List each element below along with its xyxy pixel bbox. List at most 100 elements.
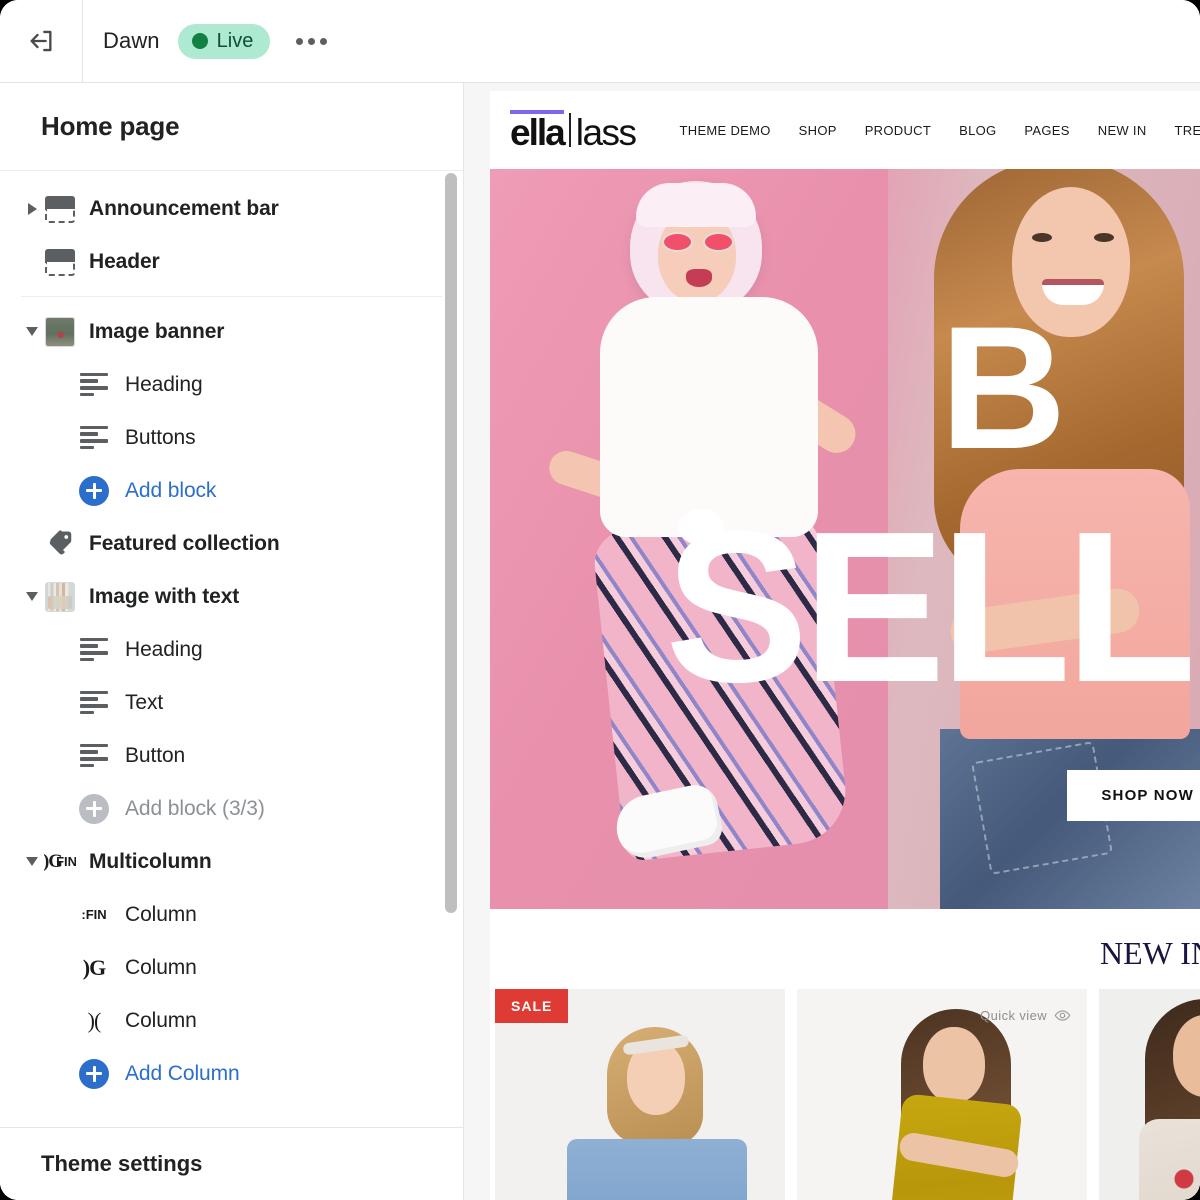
product-grid: SALE Quick view [490,989,1200,1200]
section-title: NEW IN [1099,935,1200,971]
sidebar-item-label: Heading [125,637,203,661]
disclosure-caret[interactable] [21,202,43,215]
add-block-button[interactable]: Add block [0,464,463,517]
sidebar-item-announcement-bar[interactable]: Announcement bar [0,182,463,235]
add-column-button[interactable]: Add Column [0,1047,463,1100]
store-logo-secondary: lass [575,111,637,153]
sidebar-block-column-1[interactable]: :FIN Column [0,888,463,941]
quick-view-button[interactable]: Quick view [980,1007,1071,1024]
store-logo[interactable]: ella lass [510,109,637,153]
logo-thumbnail-icon: )G [82,954,106,980]
nav-item-pages[interactable]: PAGES [1024,123,1069,138]
sidebar-block-column-3[interactable]: )( Column [0,994,463,1047]
more-horizontal-icon-dot [308,37,316,45]
text-lines-icon [77,368,111,402]
sidebar-item-label: Heading [125,372,203,396]
sidebar-item-label: Announcement bar [89,196,279,220]
nav-item-product[interactable]: PRODUCT [865,123,931,138]
add-column-label: Add Column [125,1061,240,1085]
add-block-label: Add block (3/3) [125,796,265,820]
new-in-section: NEW IN [490,909,1200,989]
sidebar-item-label: Column [125,955,197,979]
theme-settings-label: Theme settings [41,1151,203,1176]
sidebar-block-button[interactable]: Button [0,729,463,782]
back-button[interactable] [22,22,60,60]
nav-item-shop[interactable]: SHOP [799,123,837,138]
preview-pane: ella lass THEME DEMO SHOP PRODUCT BLOG P… [464,83,1200,1200]
sidebar-item-label: Featured collection [89,531,280,555]
sidebar-item-label: Text [125,690,164,714]
sidebar-item-label: Column [125,902,197,926]
disclosure-caret[interactable] [21,592,43,601]
storefront-nav: THEME DEMO SHOP PRODUCT BLOG PAGES NEW I… [680,123,1200,138]
theme-settings-button[interactable]: Theme settings [0,1128,463,1200]
sidebar-item-label: Button [125,743,186,767]
status-badge: SALE [495,989,569,1023]
nav-item-blog[interactable]: BLOG [959,123,996,138]
sidebar-block-text[interactable]: Text [0,676,463,729]
page-title: Home page [0,83,463,171]
product-card[interactable]: SALE [495,989,785,1200]
storefront-preview[interactable]: ella lass THEME DEMO SHOP PRODUCT BLOG P… [490,91,1200,1200]
product-card[interactable] [1099,989,1200,1200]
sidebar-block-heading[interactable]: Heading [0,358,463,411]
sidebar-scrollbar[interactable] [445,171,457,1127]
sidebar-item-label: Image with text [89,584,240,608]
section-tree: Announcement bar Header Image banner Hea… [0,171,463,1128]
text-lines-icon [77,421,111,455]
hero-heading-line-1: B [940,291,1066,486]
disclosure-caret[interactable] [21,327,43,336]
status-badge: Live [177,23,271,59]
sidebar-scrollbar-thumb[interactable] [445,173,457,913]
back-button-cell [0,0,83,83]
hero-image-banner[interactable]: B SELL SHOP NOW [490,169,1200,909]
sidebar-item-label: Buttons [125,425,196,449]
add-block-button-disabled: Add block (3/3) [0,782,463,835]
hero-heading-line-2: SELL [665,486,1196,727]
chevron-down-icon [26,592,38,601]
plus-circle-icon [77,1057,111,1091]
app-root: Dawn Live Home page Announcement bar Hea… [0,0,1200,1200]
sidebar-block-buttons[interactable]: Buttons [0,411,463,464]
top-bar-main: Dawn Live [83,23,335,59]
more-options-button[interactable] [288,28,335,55]
store-logo-primary: ella [510,109,566,153]
sidebar-item-label: Column [125,1008,197,1032]
hero-shop-now-button[interactable]: SHOP NOW [1067,770,1200,821]
status-badge-label: Live [216,29,254,52]
chevron-down-icon [26,857,38,866]
logo-thumbnail-icon: :FIN [81,907,107,922]
store-logo-separator [568,113,571,148]
sidebar-item-multicolumn[interactable]: )G FIN Multicolumn [0,835,463,888]
sidebar-item-image-banner[interactable]: Image banner [0,305,463,358]
text-lines-icon [77,686,111,720]
text-lines-icon [77,633,111,667]
bar-icon [43,245,77,279]
disclosure-caret[interactable] [21,857,43,866]
sidebar-item-label: Image banner [89,319,225,343]
nav-item-new-in[interactable]: NEW IN [1098,123,1147,138]
more-horizontal-icon-dot [320,37,328,45]
sidebar-item-label: Multicolumn [89,849,212,873]
tag-icon [43,527,77,561]
product-card[interactable]: Quick view [797,989,1087,1200]
top-bar: Dawn Live [0,0,1200,83]
quick-view-label: Quick view [980,1008,1047,1023]
add-block-label: Add block [125,478,217,502]
chevron-down-icon [26,327,38,336]
sidebar-item-header[interactable]: Header [0,235,463,288]
logo-thumbnail-icon: )( [87,1007,102,1033]
logo-thumbnail-icon: )G FIN [44,850,76,872]
sidebar-item-image-with-text[interactable]: Image with text [0,570,463,623]
plus-circle-icon [77,792,111,826]
sidebar-block-heading-2[interactable]: Heading [0,623,463,676]
nav-item-theme-demo[interactable]: THEME DEMO [680,123,771,138]
text-lines-icon [77,739,111,773]
sidebar-item-featured-collection[interactable]: Featured collection [0,517,463,570]
sidebar-block-column-2[interactable]: )G Column [0,941,463,994]
sidebar: Home page Announcement bar Header Image … [0,83,464,1200]
sidebar-divider [21,296,442,297]
nav-item-trend[interactable]: TREND [1175,123,1200,138]
storefront-header: ella lass THEME DEMO SHOP PRODUCT BLOG P… [490,91,1200,169]
more-horizontal-icon-dot [296,37,304,45]
